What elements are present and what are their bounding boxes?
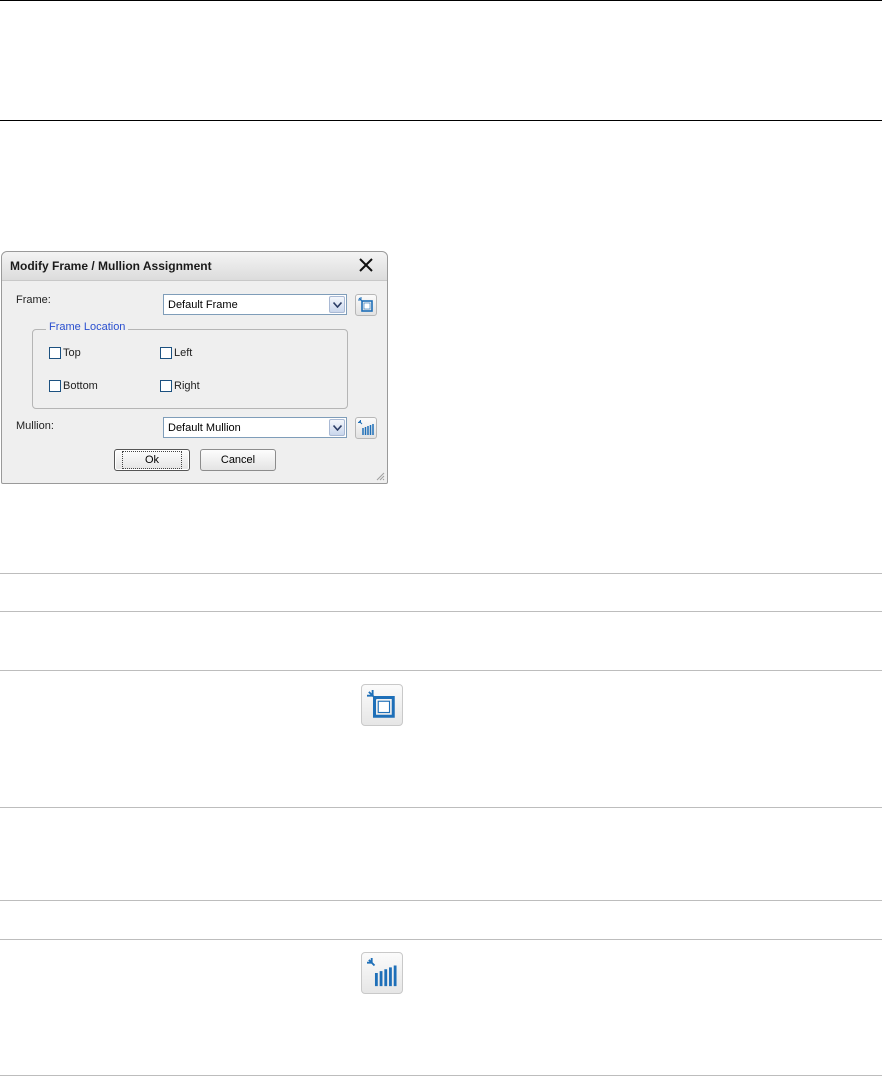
resize-grip-icon[interactable] <box>375 471 385 481</box>
table-line-2 <box>0 611 882 612</box>
mullion-select-icon <box>358 420 374 435</box>
dialog-titlebar: Modify Frame / Mullion Assignment <box>2 252 387 281</box>
frame-location-group <box>32 329 348 409</box>
mullion-select-icon-large <box>361 952 403 994</box>
top-checkbox[interactable]: Top <box>49 347 81 359</box>
mullion-label: Mullion: <box>16 420 54 432</box>
frame-dropdown-value: Default Frame <box>168 299 238 311</box>
modify-frame-mullion-dialog: Modify Frame / Mullion Assignment Frame:… <box>1 251 388 484</box>
right-checkbox[interactable]: Right <box>160 380 200 392</box>
frame-label: Frame: <box>16 294 51 306</box>
frame-location-legend: Frame Location <box>46 321 129 333</box>
mullion-dropdown-value: Default Mullion <box>168 422 241 434</box>
bottom-checkbox-box[interactable] <box>49 380 61 392</box>
right-checkbox-label: Right <box>174 380 200 392</box>
table-line-5 <box>0 900 882 901</box>
cancel-button-label: Cancel <box>220 454 256 466</box>
cancel-button[interactable]: Cancel <box>200 449 276 471</box>
chevron-down-icon[interactable] <box>329 296 345 313</box>
frame-select-icon-large <box>361 684 403 726</box>
frame-style-button[interactable] <box>355 294 377 316</box>
close-icon[interactable] <box>357 256 375 274</box>
top-checkbox-label: Top <box>63 347 81 359</box>
right-checkbox-box[interactable] <box>160 380 172 392</box>
table-line-4 <box>0 807 882 808</box>
mullion-dropdown[interactable]: Default Mullion <box>163 417 347 438</box>
left-checkbox[interactable]: Left <box>160 347 192 359</box>
header-divider-line <box>0 120 882 121</box>
ok-button[interactable]: Ok <box>114 449 190 471</box>
dialog-title: Modify Frame / Mullion Assignment <box>10 259 212 273</box>
frame-select-icon <box>358 297 373 312</box>
table-line-6 <box>0 939 882 940</box>
bottom-checkbox[interactable]: Bottom <box>49 380 98 392</box>
left-checkbox-label: Left <box>174 347 193 359</box>
frame-dropdown[interactable]: Default Frame <box>163 294 347 315</box>
table-line-3 <box>0 670 882 671</box>
top-border-line <box>0 0 882 1</box>
top-checkbox-box[interactable] <box>49 347 61 359</box>
chevron-down-icon[interactable] <box>329 419 345 436</box>
table-line-1 <box>0 573 882 574</box>
frame-select-icon <box>367 690 395 718</box>
ok-button-label: Ok <box>121 451 183 469</box>
left-checkbox-box[interactable] <box>160 347 172 359</box>
table-line-7 <box>0 1075 882 1076</box>
bottom-checkbox-label: Bottom <box>63 380 98 392</box>
mullion-style-button[interactable] <box>355 417 377 439</box>
mullion-select-icon <box>367 958 397 987</box>
